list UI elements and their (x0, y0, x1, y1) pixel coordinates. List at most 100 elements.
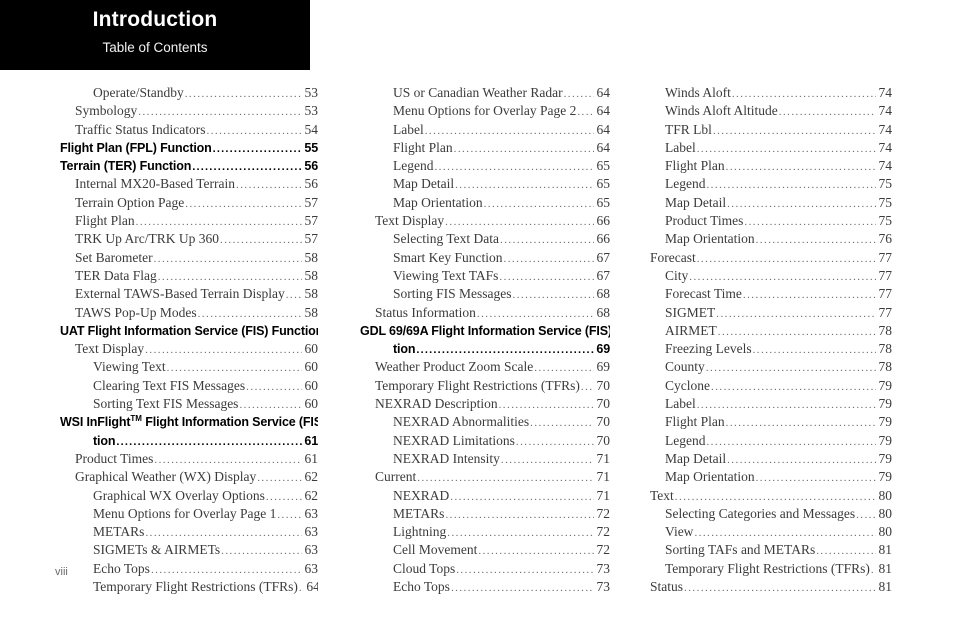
toc-entry[interactable]: Status Information......................… (360, 304, 610, 322)
toc-entry[interactable]: Flight Plan.............................… (60, 212, 318, 230)
toc-entry[interactable]: Map Orientation.........................… (650, 230, 892, 248)
toc-entry[interactable]: TRK Up Arc/TRK Up 360...................… (60, 230, 318, 248)
toc-entry-title: Temporary Flight Restrictions (TFRs) (375, 377, 580, 393)
toc-entry-page-number: 65 (596, 158, 611, 174)
toc-entry[interactable]: Selecting Text Data.....................… (360, 230, 610, 248)
toc-entry[interactable]: Forecast Time...........................… (650, 285, 892, 303)
toc-entry[interactable]: Label...................................… (650, 139, 892, 157)
toc-entry-title: Graphical WX Overlay Options (93, 487, 265, 503)
toc-entry[interactable]: Viewing Text............................… (60, 358, 318, 376)
toc-entry[interactable]: Cloud Tops..............................… (360, 560, 610, 578)
toc-entry[interactable]: Label...................................… (360, 121, 610, 139)
toc-entry[interactable]: Flight Plan.............................… (360, 139, 610, 157)
toc-entry[interactable]: Map Detail..............................… (650, 450, 892, 468)
toc-entry[interactable]: Graphical Weather (WX) Display..........… (60, 468, 318, 486)
leader-dots: ........................................… (138, 106, 302, 119)
toc-entry-page-number: 77 (878, 267, 893, 283)
toc-entry[interactable]: UAT Flight Information Service (FIS) Fun… (60, 322, 318, 340)
toc-entry[interactable]: Symbology...............................… (60, 102, 318, 120)
toc-entry[interactable]: Flight Plan.............................… (650, 413, 892, 431)
toc-entry[interactable]: US or Canadian Weather Radar............… (360, 84, 610, 102)
toc-entry[interactable]: Legend..................................… (360, 157, 610, 175)
toc-entry[interactable]: Terrain (TER) Function..................… (60, 157, 318, 175)
toc-entry-page-number: 72 (596, 524, 611, 540)
toc-entry[interactable]: Temporary Flight Restrictions (TFRs)....… (650, 560, 892, 578)
toc-entry[interactable]: External TAWS-Based Terrain Display.....… (60, 285, 318, 303)
toc-entry[interactable]: Smart Key Function......................… (360, 249, 610, 267)
toc-entry[interactable]: Set Barometer...........................… (60, 249, 318, 267)
toc-entry-title: Sorting FIS Messages (393, 286, 512, 302)
toc-entry-title: Flight Plan (75, 213, 135, 229)
toc-entry[interactable]: Weather Product Zoom Scale..............… (360, 358, 610, 376)
toc-entry[interactable]: TER Data Flag...........................… (60, 267, 318, 285)
toc-entry[interactable]: TAWS Pop-Up Modes.......................… (60, 304, 318, 322)
toc-entry[interactable]: Temporary Flight Restrictions (TFRs)....… (360, 377, 610, 395)
toc-entry[interactable]: NEXRAD..................................… (360, 487, 610, 505)
toc-entry[interactable]: Label...................................… (650, 395, 892, 413)
toc-entry[interactable]: Sorting Text FIS Messages...............… (60, 395, 318, 413)
toc-entry[interactable]: SIGMETs & AIRMETs.......................… (60, 541, 318, 559)
toc-entry[interactable]: Freezing Levels.........................… (650, 340, 892, 358)
leader-dots: ........................................… (265, 490, 302, 503)
toc-entry[interactable]: Winds Aloft.............................… (650, 84, 892, 102)
toc-entry[interactable]: Flight Plan.............................… (650, 157, 892, 175)
toc-entry[interactable]: Text Display............................… (60, 340, 318, 358)
toc-entry[interactable]: Internal MX20-Based Terrain.............… (60, 175, 318, 193)
toc-entry[interactable]: NEXRAD Abnormalities....................… (360, 413, 610, 431)
toc-entry[interactable]: AIRMET..................................… (650, 322, 892, 340)
toc-entry[interactable]: Lightning...............................… (360, 523, 610, 541)
toc-entry[interactable]: Legend..................................… (650, 175, 892, 193)
toc-entry[interactable]: TFR Lbl.................................… (650, 121, 892, 139)
toc-entry[interactable]: Viewing Text TAFs.......................… (360, 267, 610, 285)
toc-entry[interactable]: NEXRAD Description......................… (360, 395, 610, 413)
toc-entry[interactable]: Sorting FIS Messages....................… (360, 285, 610, 303)
toc-entry[interactable]: Status..................................… (650, 578, 892, 596)
toc-entry-page-number: 64 (596, 139, 611, 155)
toc-entry[interactable]: Flight Plan (FPL) Function..............… (60, 139, 318, 157)
toc-entry[interactable]: Map Orientation.........................… (650, 468, 892, 486)
toc-entry[interactable]: Legend..................................… (650, 432, 892, 450)
toc-entry[interactable]: Terrain Option Page.....................… (60, 194, 318, 212)
toc-entry-title: Clearing Text FIS Messages (93, 377, 246, 393)
toc-entry[interactable]: Temporary Flight Restrictions (TFRs)....… (60, 578, 318, 596)
toc-entry[interactable]: Menu Options for Overlay Page 2.........… (360, 102, 610, 120)
toc-entry[interactable]: Map Detail..............................… (650, 194, 892, 212)
toc-entry[interactable]: Forecast................................… (650, 249, 892, 267)
toc-entry[interactable]: WSI InFlightTM Flight Information Servic… (60, 413, 318, 431)
toc-entry[interactable]: Winds Aloft Altitude....................… (650, 102, 892, 120)
leader-dots: ........................................… (856, 508, 876, 521)
toc-entry[interactable]: Clearing Text FIS Messages..............… (60, 377, 318, 395)
toc-entry[interactable]: Product Times...........................… (650, 212, 892, 230)
toc-entry[interactable]: Echo Tops...............................… (360, 578, 610, 596)
toc-entry[interactable]: Text Display............................… (360, 212, 610, 230)
toc-entry[interactable]: NEXRAD Limitations......................… (360, 432, 610, 450)
toc-entry-page-number: 60 (304, 377, 319, 393)
toc-entry[interactable]: Menu Options for Overlay Page 1.........… (60, 505, 318, 523)
toc-entry[interactable]: Cyclone.................................… (650, 377, 892, 395)
toc-entry[interactable]: METARs..................................… (60, 523, 318, 541)
toc-entry[interactable]: Product Times...........................… (60, 450, 318, 468)
toc-entry[interactable]: Text....................................… (650, 487, 892, 505)
leader-dots: ........................................… (727, 453, 876, 466)
toc-entry[interactable]: View....................................… (650, 523, 892, 541)
toc-entry[interactable]: Selecting Categories and Messages.......… (650, 505, 892, 523)
toc-entry-page-number: 58 (304, 286, 319, 302)
toc-entry[interactable]: Traffic Status Indicators...............… (60, 121, 318, 139)
toc-entry[interactable]: tion....................................… (360, 340, 610, 358)
leader-dots: ........................................… (483, 197, 594, 210)
toc-entry[interactable]: County..................................… (650, 358, 892, 376)
toc-entry[interactable]: Current.................................… (360, 468, 610, 486)
toc-entry[interactable]: GDL 69/69A Flight Information Service (F… (360, 322, 610, 340)
toc-entry[interactable]: SIGMET..................................… (650, 304, 892, 322)
toc-entry[interactable]: Map Detail..............................… (360, 175, 610, 193)
toc-entry[interactable]: City....................................… (650, 267, 892, 285)
toc-entry[interactable]: Sorting TAFs and METARs.................… (650, 541, 892, 559)
toc-entry[interactable]: METARs..................................… (360, 505, 610, 523)
toc-entry[interactable]: Graphical WX Overlay Options............… (60, 487, 318, 505)
toc-entry[interactable]: Cell Movement...........................… (360, 541, 610, 559)
toc-entry[interactable]: Operate/Standby.........................… (60, 84, 318, 102)
toc-entry[interactable]: tion....................................… (60, 432, 318, 450)
toc-entry[interactable]: Map Orientation.........................… (360, 194, 610, 212)
toc-entry[interactable]: Echo Tops...............................… (60, 560, 318, 578)
toc-entry[interactable]: NEXRAD Intensity........................… (360, 450, 610, 468)
